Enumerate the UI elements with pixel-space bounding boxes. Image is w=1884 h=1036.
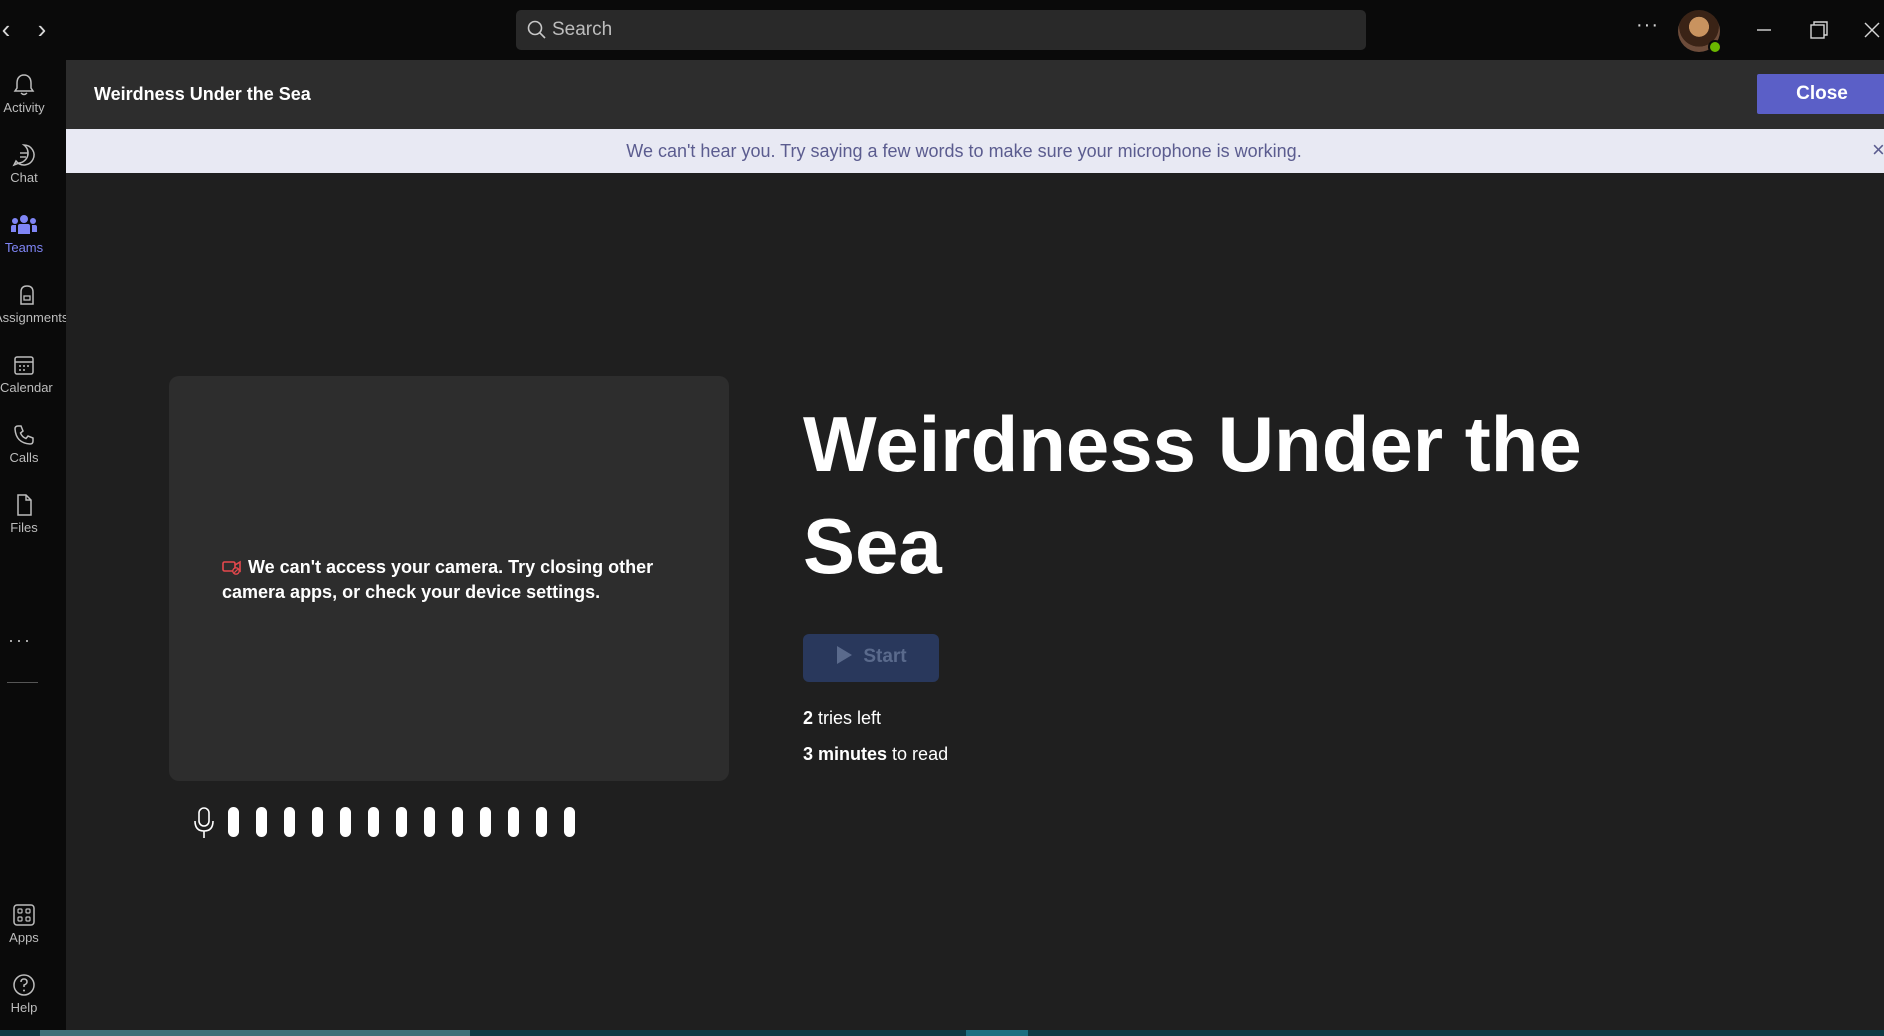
rail-item-calls[interactable]: Calls xyxy=(0,418,48,480)
mic-level-bar xyxy=(564,807,575,837)
dismiss-banner-icon[interactable]: × xyxy=(1872,137,1884,163)
more-options-icon[interactable]: ··· xyxy=(1636,14,1659,37)
tries-count: 2 xyxy=(803,708,814,728)
passage-title: Weirdness Under the Sea xyxy=(803,400,1582,590)
chat-icon xyxy=(12,144,35,167)
close-window-icon[interactable] xyxy=(1852,12,1884,48)
title-bar: ‹ › ··· xyxy=(0,0,1884,60)
reading-time: 3 minutes to read xyxy=(803,744,948,765)
taskbar-segment xyxy=(966,1030,1028,1036)
microphone-icon xyxy=(193,806,215,845)
mic-level-bar xyxy=(536,807,547,837)
mic-level-bar xyxy=(508,807,519,837)
mic-level-bar xyxy=(452,807,463,837)
mic-level-bar xyxy=(340,807,351,837)
rail-item-files[interactable]: Files xyxy=(0,488,48,550)
rail-item-calendar[interactable]: Calendar xyxy=(0,348,53,410)
help-icon xyxy=(13,974,35,996)
tries-suffix: tries left xyxy=(818,708,882,728)
reading-progress-main: We can't access your camera. Try closing… xyxy=(66,173,1884,1030)
calendar-icon xyxy=(14,356,34,375)
backpack-icon xyxy=(20,285,34,305)
minimize-icon[interactable] xyxy=(1744,12,1784,48)
presence-available-icon xyxy=(1708,40,1722,54)
header-title: Weirdness Under the Sea xyxy=(94,84,311,104)
phone-icon xyxy=(14,425,34,445)
restore-icon[interactable] xyxy=(1798,12,1838,48)
app-header: Weirdness Under the Sea Close xyxy=(66,60,1884,129)
search-input[interactable] xyxy=(552,10,1352,50)
file-icon xyxy=(17,494,32,516)
rail-item-label: Help xyxy=(10,1000,38,1015)
tries-left: 2 tries left xyxy=(803,708,881,729)
rail-item-assignments[interactable]: Assignments xyxy=(0,278,69,340)
rail-item-label: Files xyxy=(10,520,38,535)
avatar[interactable] xyxy=(1678,10,1722,54)
camera-preview: We can't access your camera. Try closing… xyxy=(169,376,729,781)
rail-item-chat[interactable]: Chat xyxy=(0,138,48,200)
rail-item-label: Assignments xyxy=(0,310,69,325)
rail-item-apps[interactable]: Apps xyxy=(0,898,48,960)
teams-icon xyxy=(11,215,37,234)
mic-level-bar xyxy=(480,807,491,837)
search-icon xyxy=(526,19,548,46)
search-box[interactable] xyxy=(516,10,1366,50)
mic-level-bar xyxy=(368,807,379,837)
mic-level-bar xyxy=(396,807,407,837)
rail-item-label: Teams xyxy=(4,240,44,255)
more-apps-icon[interactable]: ··· xyxy=(8,630,32,651)
mic-level-bar xyxy=(312,807,323,837)
camera-error-message: We can't access your camera. Try closing… xyxy=(222,556,662,604)
rail-item-label: Calls xyxy=(9,450,39,465)
rail-item-label: Activity xyxy=(3,100,45,115)
rail-item-activity[interactable]: Activity xyxy=(0,68,48,130)
rail-item-label: Chat xyxy=(10,170,38,185)
mic-level-bar xyxy=(284,807,295,837)
chevron-left-icon[interactable]: ‹ xyxy=(0,14,18,44)
chevron-right-icon[interactable]: › xyxy=(30,14,54,44)
rail-divider xyxy=(7,682,38,683)
bell-icon xyxy=(13,74,35,96)
start-button-label: Start xyxy=(863,646,907,667)
taskbar-segment xyxy=(40,1030,470,1036)
banner-message: We can't hear you. Try saying a few word… xyxy=(626,141,1302,161)
mic-level-bar xyxy=(256,807,267,837)
apps-icon xyxy=(13,904,35,926)
os-taskbar-strip xyxy=(0,1030,1884,1036)
minutes-suffix: to read xyxy=(892,744,949,764)
rail-item-label: Calendar xyxy=(0,380,53,395)
camera-off-icon xyxy=(222,558,242,581)
mic-level-bar xyxy=(424,807,435,837)
rail-item-label: Apps xyxy=(9,930,39,945)
minutes-count: 3 minutes xyxy=(803,744,888,764)
play-icon xyxy=(835,645,853,671)
camera-error-text: We can't access your camera. Try closing… xyxy=(222,557,654,602)
mic-level-bar xyxy=(228,807,239,837)
rail-item-help[interactable]: Help xyxy=(0,968,48,1030)
start-button[interactable]: Start xyxy=(803,634,939,682)
close-button[interactable]: Close xyxy=(1757,74,1884,114)
rail-item-teams[interactable]: Teams xyxy=(0,208,48,270)
app-rail: Activity Chat Teams Assignments Calendar… xyxy=(0,60,69,1036)
microphone-warning-banner: We can't hear you. Try saying a few word… xyxy=(66,129,1884,173)
